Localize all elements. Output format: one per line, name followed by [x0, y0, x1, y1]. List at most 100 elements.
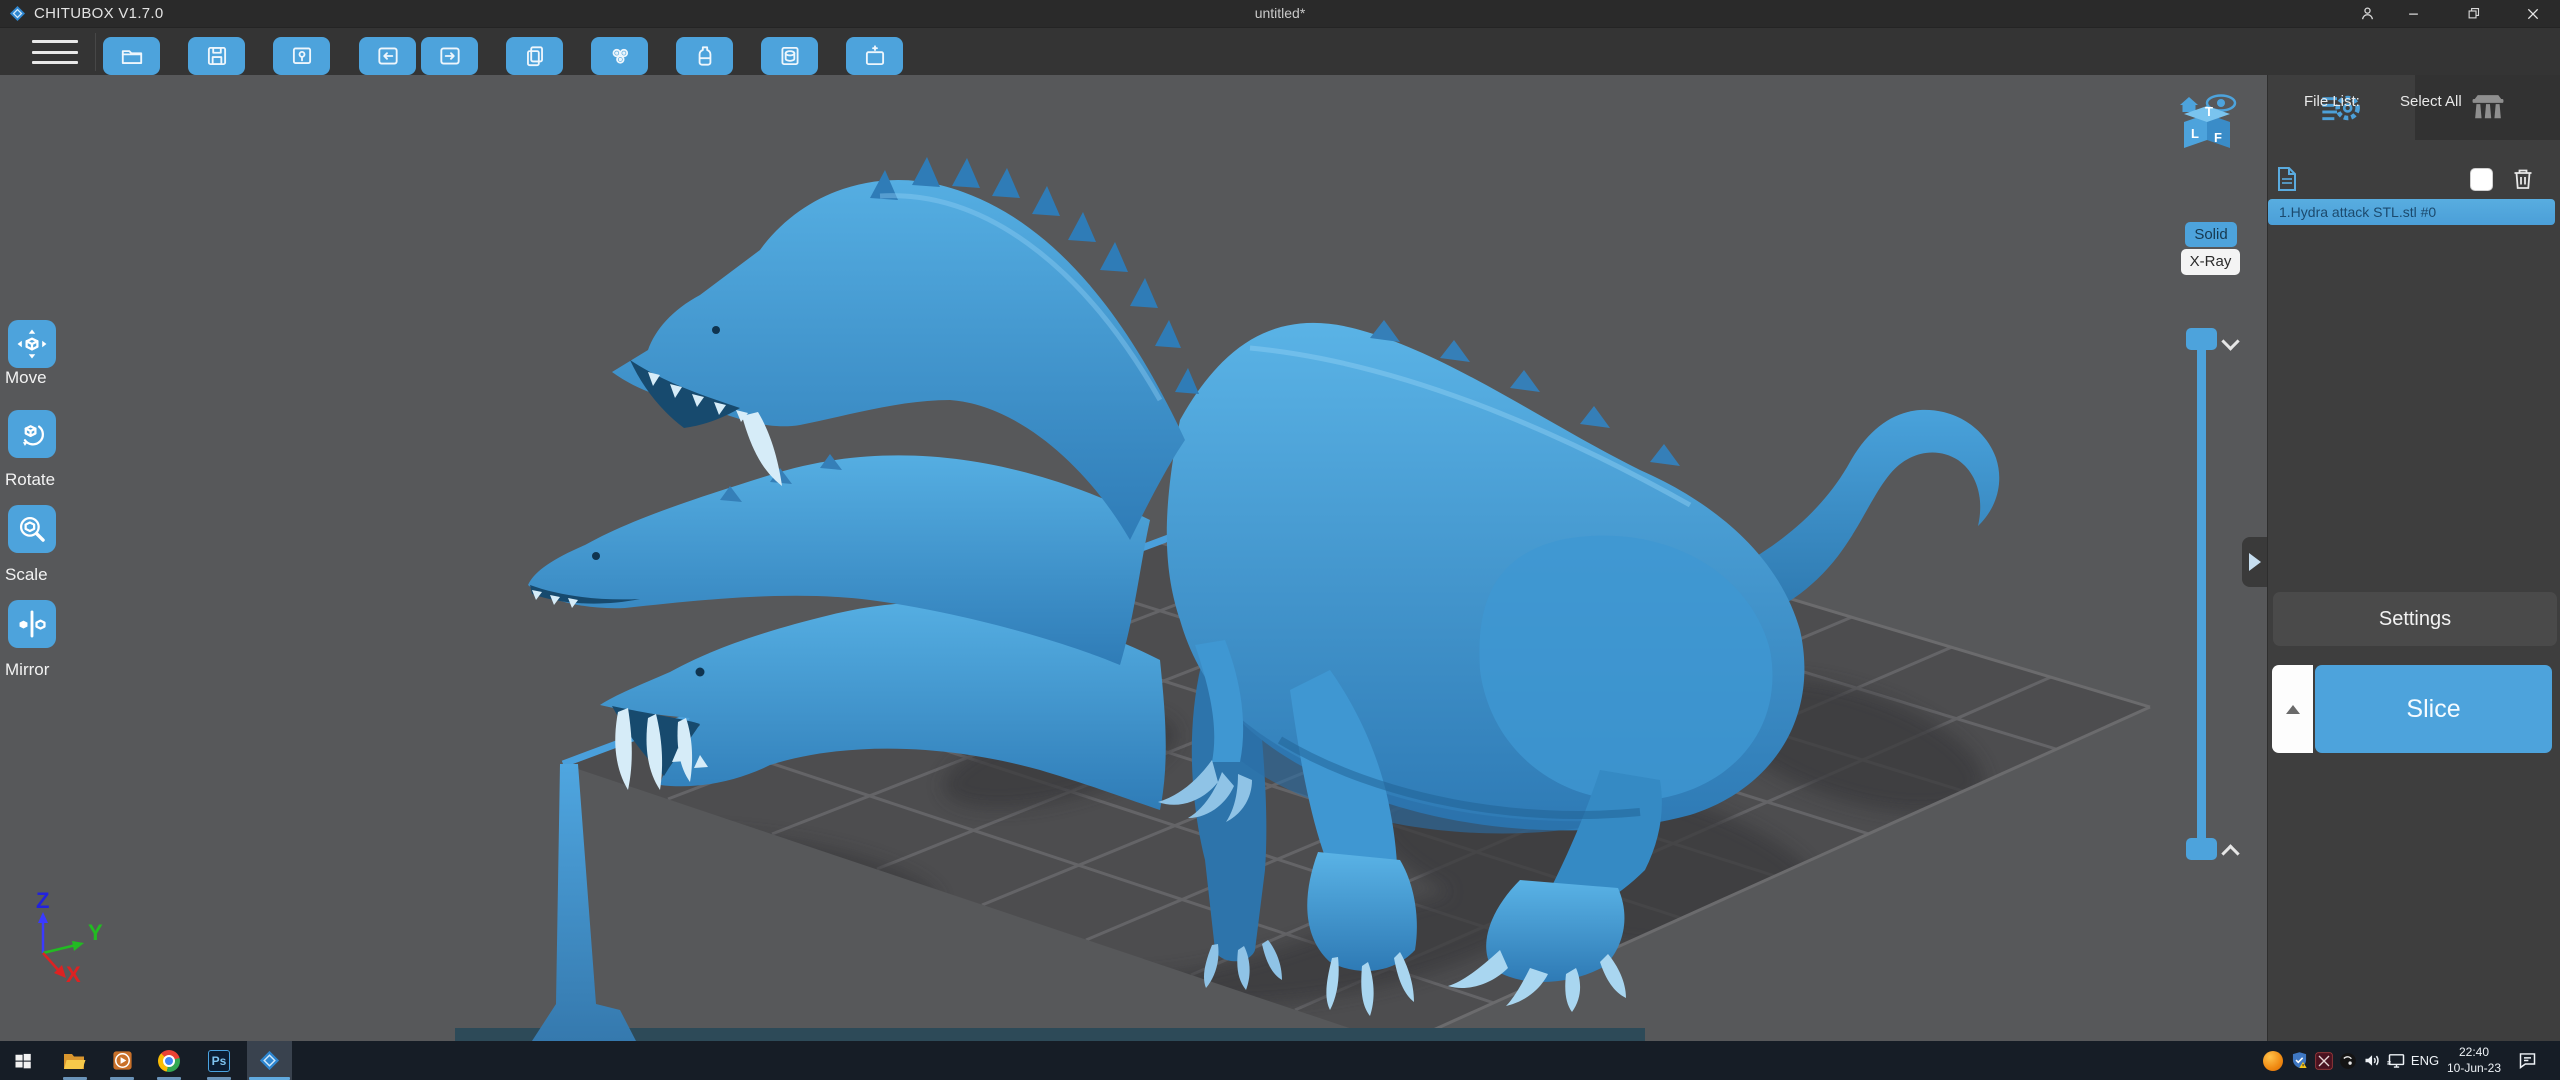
chevron-down-icon[interactable] — [2222, 332, 2238, 348]
avast-icon — [2263, 1050, 2283, 1071]
toolbar-separator — [95, 33, 96, 71]
zoom-slider-handle-top[interactable] — [2186, 328, 2217, 350]
panel-collapse-button[interactable] — [2242, 537, 2267, 587]
user-icon — [2361, 7, 2373, 20]
rotate-tool-label: Rotate — [5, 470, 56, 489]
taskbar-media-player[interactable] — [104, 1041, 140, 1080]
tank-button[interactable] — [676, 37, 733, 75]
close-button[interactable] — [2516, 3, 2550, 24]
tray-language[interactable]: ENG — [2408, 1041, 2442, 1080]
trash-icon — [2514, 169, 2532, 189]
move-tool-button[interactable] — [8, 320, 56, 368]
dig-hole-button[interactable] — [761, 37, 818, 75]
redo-button[interactable] — [421, 37, 478, 75]
scale-icon — [19, 516, 45, 542]
tray-time: 22:40 — [2458, 1045, 2490, 1059]
tray-red-app[interactable] — [2312, 1041, 2336, 1080]
tray-clock[interactable]: 22:40 10-Jun-23 — [2443, 1044, 2505, 1076]
action-center-icon — [2519, 1053, 2535, 1069]
hollow-button[interactable] — [591, 37, 648, 75]
zoom-slider-handle-bottom[interactable] — [2186, 838, 2217, 860]
hollow-icon — [612, 48, 628, 64]
menu-button[interactable] — [32, 40, 78, 64]
mirror-tool-button[interactable] — [8, 600, 56, 648]
slice-options-button[interactable] — [2272, 665, 2313, 753]
tank-icon — [698, 46, 711, 66]
merge-button[interactable] — [846, 37, 903, 75]
main-toolbar — [0, 27, 2560, 75]
view-navigation[interactable]: T L F — [2176, 88, 2246, 170]
chitubox-window: CHITUBOX V1.7.0 untitled* Move Rotate Sc… — [0, 0, 2560, 1080]
taskbar-photoshop[interactable]: Ps — [200, 1041, 238, 1080]
svg-text:T: T — [2205, 104, 2213, 119]
open-file-icon — [121, 50, 142, 64]
windows-logo-icon — [15, 1053, 31, 1068]
screenshot-button[interactable] — [273, 37, 330, 75]
file-explorer-icon — [64, 1053, 86, 1069]
restore-icon — [2468, 7, 2479, 19]
solid-mode-button[interactable]: Solid — [2185, 222, 2237, 247]
open-file-button[interactable] — [103, 37, 160, 75]
tray-date: 10-Jun-23 — [2446, 1061, 2502, 1075]
settings-button[interactable]: Settings — [2273, 592, 2557, 646]
support-icon — [2472, 94, 2504, 118]
clone-icon — [526, 46, 543, 67]
audio-device-icon — [2340, 1052, 2356, 1069]
svg-text:L: L — [2191, 126, 2199, 141]
mirror-icon — [19, 610, 46, 638]
undo-button[interactable] — [359, 37, 416, 75]
taskbar: Ps ENG 22:40 10-Jun-23 — [0, 1041, 2560, 1080]
dig-hole-icon — [780, 46, 799, 66]
taskbar-chitubox-active[interactable] — [247, 1041, 292, 1080]
rotate-icon — [22, 425, 44, 446]
merge-icon — [865, 45, 884, 66]
tray-volume[interactable] — [2360, 1041, 2384, 1080]
close-icon — [2527, 8, 2539, 19]
delete-files-button[interactable] — [2512, 167, 2534, 191]
z-axis-label: Z — [36, 890, 49, 913]
x-axis-label: X — [66, 962, 81, 987]
axis-gizmo: Z Y X — [36, 890, 103, 987]
tray-security[interactable] — [2286, 1041, 2312, 1080]
move-icon — [17, 329, 47, 359]
move-tool-label: Move — [5, 368, 47, 387]
start-button[interactable] — [6, 1041, 40, 1080]
taskbar-file-explorer[interactable] — [56, 1041, 92, 1080]
slice-button[interactable]: Slice — [2315, 665, 2552, 753]
zoom-slider-track[interactable] — [2197, 336, 2206, 848]
chevron-up-icon[interactable] — [2222, 840, 2238, 856]
minimize-icon — [2408, 13, 2418, 15]
title-bar: CHITUBOX V1.7.0 untitled* — [0, 0, 2560, 27]
action-center-button[interactable] — [2512, 1041, 2542, 1080]
restore-button[interactable] — [2456, 3, 2490, 24]
file-list-item[interactable]: 1.Hydra attack STL.stl #0 — [2268, 199, 2555, 225]
chrome-icon — [158, 1049, 180, 1072]
scale-tool-label: Scale — [5, 565, 48, 584]
svg-text:F: F — [2214, 130, 2222, 145]
tray-avast[interactable] — [2260, 1041, 2286, 1080]
home-view-icon[interactable] — [2180, 97, 2198, 112]
clone-button[interactable] — [506, 37, 563, 75]
media-player-icon — [112, 1051, 132, 1070]
red-app-icon — [2315, 1051, 2333, 1070]
minimize-button[interactable] — [2396, 3, 2430, 24]
xray-mode-button[interactable]: X-Ray — [2181, 249, 2240, 275]
taskbar-chrome[interactable] — [150, 1041, 188, 1080]
account-button[interactable] — [2350, 3, 2384, 24]
mirror-tool-label: Mirror — [5, 660, 50, 679]
undo-icon — [377, 47, 398, 65]
tray-network[interactable] — [2384, 1041, 2408, 1080]
network-icon — [2386, 1054, 2404, 1068]
tray-audio-device[interactable] — [2336, 1041, 2360, 1080]
save-button[interactable] — [188, 37, 245, 75]
file-list-label: File List: — [2304, 93, 2360, 110]
select-all-label: Select All — [2400, 93, 2462, 110]
select-all-checkbox[interactable] — [2470, 168, 2493, 191]
rotate-tool-button[interactable] — [8, 410, 56, 458]
document-title: untitled* — [1254, 5, 1306, 21]
security-shield-icon — [2292, 1052, 2307, 1068]
photoshop-icon: Ps — [208, 1049, 230, 1072]
y-axis-label: Y — [88, 920, 103, 945]
speaker-icon — [2365, 1055, 2379, 1066]
scale-tool-button[interactable] — [8, 505, 56, 553]
